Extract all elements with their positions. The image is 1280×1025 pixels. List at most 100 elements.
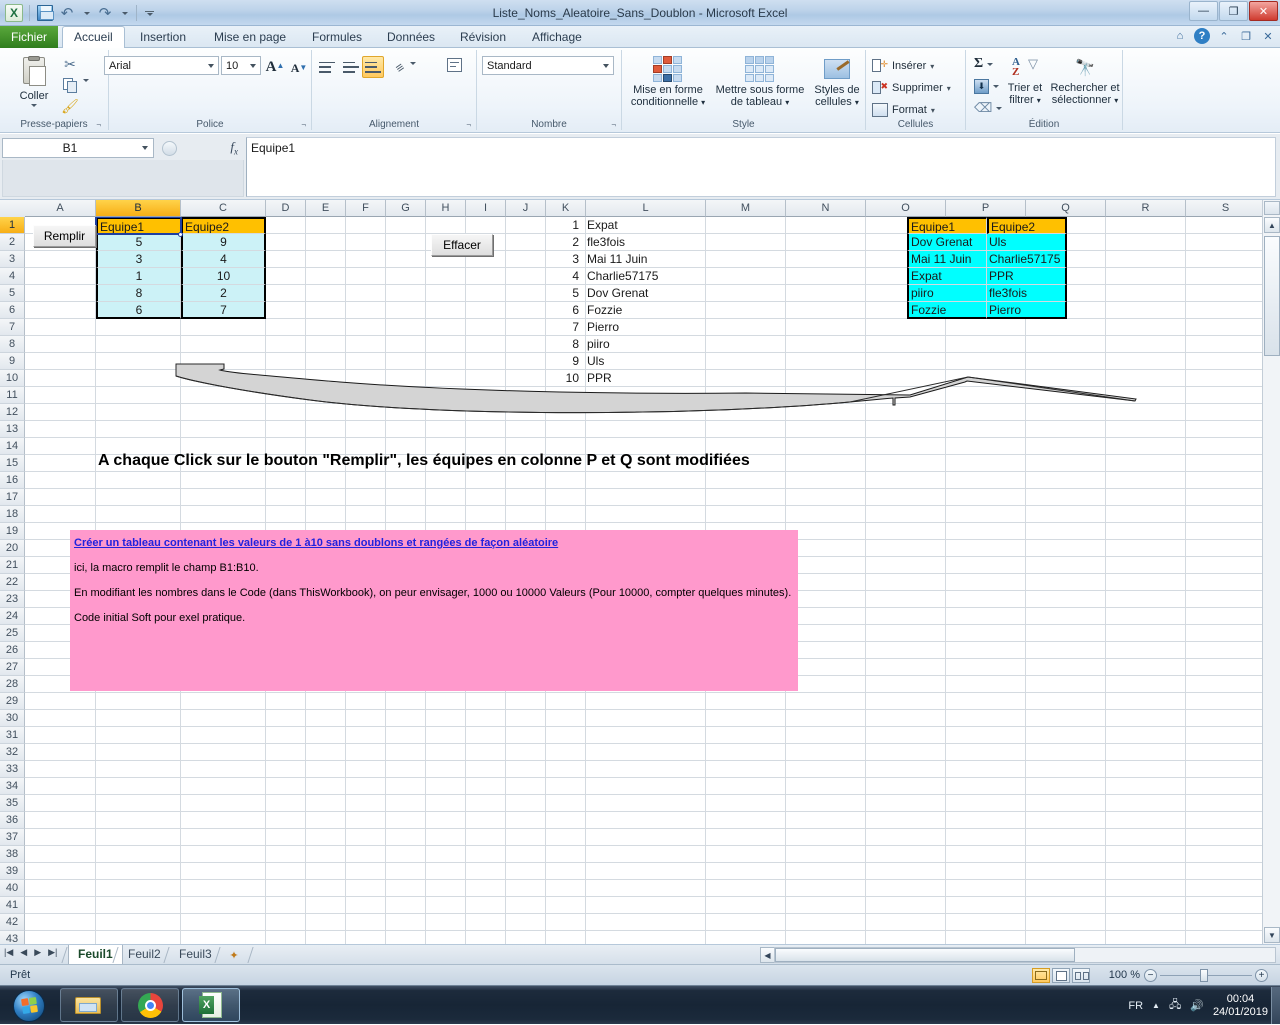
name-box[interactable]: B1 [2, 138, 154, 158]
cell-L8[interactable]: piiro [585, 336, 705, 353]
cell-K4[interactable]: 4 [541, 268, 581, 285]
row-header-12[interactable]: 12 [0, 404, 25, 421]
cell-L2[interactable]: fle3fois [585, 234, 705, 251]
fill-handle[interactable] [178, 232, 183, 237]
cell-styles-button[interactable]: Styles de cellules ▾ [808, 56, 866, 109]
row-header-13[interactable]: 13 [0, 421, 25, 438]
cell-B5[interactable]: 8 [96, 285, 181, 302]
cell-C6[interactable]: 7 [181, 302, 266, 319]
row-header-30[interactable]: 30 [0, 710, 25, 727]
formula-input[interactable]: Equipe1 [246, 137, 1276, 197]
row-header-17[interactable]: 17 [0, 489, 25, 506]
nav-prev-button[interactable]: ◀ [20, 947, 27, 958]
restore-window-icon[interactable]: ❐ [1238, 28, 1254, 44]
cell-B1[interactable]: Equipe1 [96, 217, 181, 234]
scroll-up-button[interactable]: ▲ [1264, 217, 1280, 233]
row-header-2[interactable]: 2 [0, 234, 25, 251]
row-header-16[interactable]: 16 [0, 472, 25, 489]
ribbon-tab-mise-en-page[interactable]: Mise en page [203, 26, 297, 48]
row-header-41[interactable]: 41 [0, 897, 25, 914]
font-dialog-launcher[interactable] [297, 120, 306, 129]
windows-taskbar[interactable]: X FR ▲ 🖧 🔊 00:04 24/01/2019 [0, 985, 1280, 1024]
cell-L1[interactable]: Expat [585, 217, 705, 234]
cell-L3[interactable]: Mai 11 Juin [585, 251, 705, 268]
clock[interactable]: 00:04 24/01/2019 [1213, 993, 1268, 1019]
column-header-H[interactable]: H [426, 200, 466, 217]
close-button[interactable]: ✕ [1249, 1, 1278, 21]
sheet-tab-bar[interactable]: |◀ ◀ ▶ ▶| Feuil1 Feuil2 Feuil3 ✦ ◀ ▶ [0, 944, 1280, 965]
find-select-button[interactable]: 🔭 Rechercher et sélectionner ▾ [1048, 56, 1122, 107]
column-header-J[interactable]: J [506, 200, 546, 217]
font-size-combo[interactable]: 10 [221, 56, 261, 75]
close-window-icon[interactable]: ✕ [1260, 28, 1276, 44]
cell-P2[interactable]: Dov Grenat [907, 234, 987, 251]
cell-K9[interactable]: 9 [541, 353, 581, 370]
vertical-scrollbar[interactable]: ▲ ▼ [1262, 200, 1280, 944]
cell-P3[interactable]: Mai 11 Juin [907, 251, 987, 268]
row-header-26[interactable]: 26 [0, 642, 25, 659]
row-header-18[interactable]: 18 [0, 506, 25, 523]
align-bottom-button[interactable] [362, 56, 384, 78]
zoom-level-label[interactable]: 100 % [1109, 965, 1140, 986]
sheet-tab-feuil2[interactable]: Feuil2 [119, 945, 170, 965]
row-header-27[interactable]: 27 [0, 659, 25, 676]
row-header-19[interactable]: 19 [0, 523, 25, 540]
ribbon-help-controls[interactable]: ⌂ ? ⌃ ❐ ✕ [1172, 28, 1276, 44]
cell-K6[interactable]: 6 [541, 302, 581, 319]
row-header-23[interactable]: 23 [0, 591, 25, 608]
redo-dropdown[interactable] [117, 3, 131, 23]
increase-font-size-button[interactable]: A ▲ [264, 54, 286, 76]
ribbon-tab-insertion[interactable]: Insertion [129, 26, 197, 48]
align-top-button[interactable] [316, 56, 338, 78]
window-controls[interactable]: — ❐ ✕ [1189, 1, 1278, 21]
cell-K5[interactable]: 5 [541, 285, 581, 302]
font-size-dropdown[interactable] [247, 57, 258, 74]
formula-bar-buttons[interactable]: fx [156, 137, 244, 159]
cell-P6[interactable]: Fozzie [907, 302, 987, 319]
row-header-43[interactable]: 43 [0, 931, 25, 944]
column-header-I[interactable]: I [466, 200, 506, 217]
cell-L10[interactable]: PPR [585, 370, 705, 387]
font-name-dropdown[interactable] [205, 57, 216, 74]
cell-C4[interactable]: 10 [181, 268, 266, 285]
cell-B6[interactable]: 6 [96, 302, 181, 319]
row-header-25[interactable]: 25 [0, 625, 25, 642]
cell-K7[interactable]: 7 [541, 319, 581, 336]
row-header-39[interactable]: 39 [0, 863, 25, 880]
column-header-R[interactable]: R [1106, 200, 1186, 217]
cell-B3[interactable]: 3 [96, 251, 181, 268]
column-header-E[interactable]: E [306, 200, 346, 217]
column-header-G[interactable]: G [386, 200, 426, 217]
language-indicator[interactable]: FR [1128, 1000, 1143, 1012]
row-header-40[interactable]: 40 [0, 880, 25, 897]
row-header-1[interactable]: 1 [0, 217, 25, 234]
number-format-combo[interactable]: Standard [482, 56, 614, 75]
font-name-combo[interactable]: Arial [104, 56, 219, 75]
row-header-36[interactable]: 36 [0, 812, 25, 829]
page-layout-view-icon[interactable] [1052, 968, 1070, 983]
customize-qat-button[interactable] [142, 3, 156, 23]
nav-next-button[interactable]: ▶ [34, 947, 41, 958]
remplir-button[interactable]: Remplir [33, 225, 96, 247]
vertical-scroll-thumb[interactable] [1264, 236, 1280, 356]
zoom-slider[interactable]: − + [1142, 965, 1270, 986]
cells-area[interactable]: 5 3 1 8 6 9 4 10 2 7 Equipe1 Equipe2 1 2… [25, 217, 1262, 944]
start-button[interactable] [4, 987, 54, 1024]
column-header-A[interactable]: A [25, 200, 96, 217]
ribbon-tab-revision[interactable]: Révision [449, 26, 517, 48]
row-header-32[interactable]: 32 [0, 744, 25, 761]
row-header-28[interactable]: 28 [0, 676, 25, 693]
horizontal-scrollbar[interactable] [774, 947, 1276, 963]
horizontal-scroll-thumb[interactable] [775, 948, 1075, 962]
column-header-S[interactable]: S [1186, 200, 1266, 217]
row-header-14[interactable]: 14 [0, 438, 25, 455]
page-break-view-icon[interactable] [1072, 968, 1090, 983]
redo-button[interactable]: ↷ [95, 3, 115, 23]
row-header-3[interactable]: 3 [0, 251, 25, 268]
row-header-34[interactable]: 34 [0, 778, 25, 795]
cell-K1[interactable]: 1 [541, 217, 581, 234]
home-icon[interactable]: ⌂ [1172, 28, 1188, 44]
cut-button[interactable]: ✂ [58, 54, 82, 74]
worksheet-grid[interactable]: ABCDEFGHIJKLMNOPQRS 1 2 3 4 5 6 7 8 9 10 11 12 13 14 1… [0, 200, 1280, 944]
row-header-29[interactable]: 29 [0, 693, 25, 710]
